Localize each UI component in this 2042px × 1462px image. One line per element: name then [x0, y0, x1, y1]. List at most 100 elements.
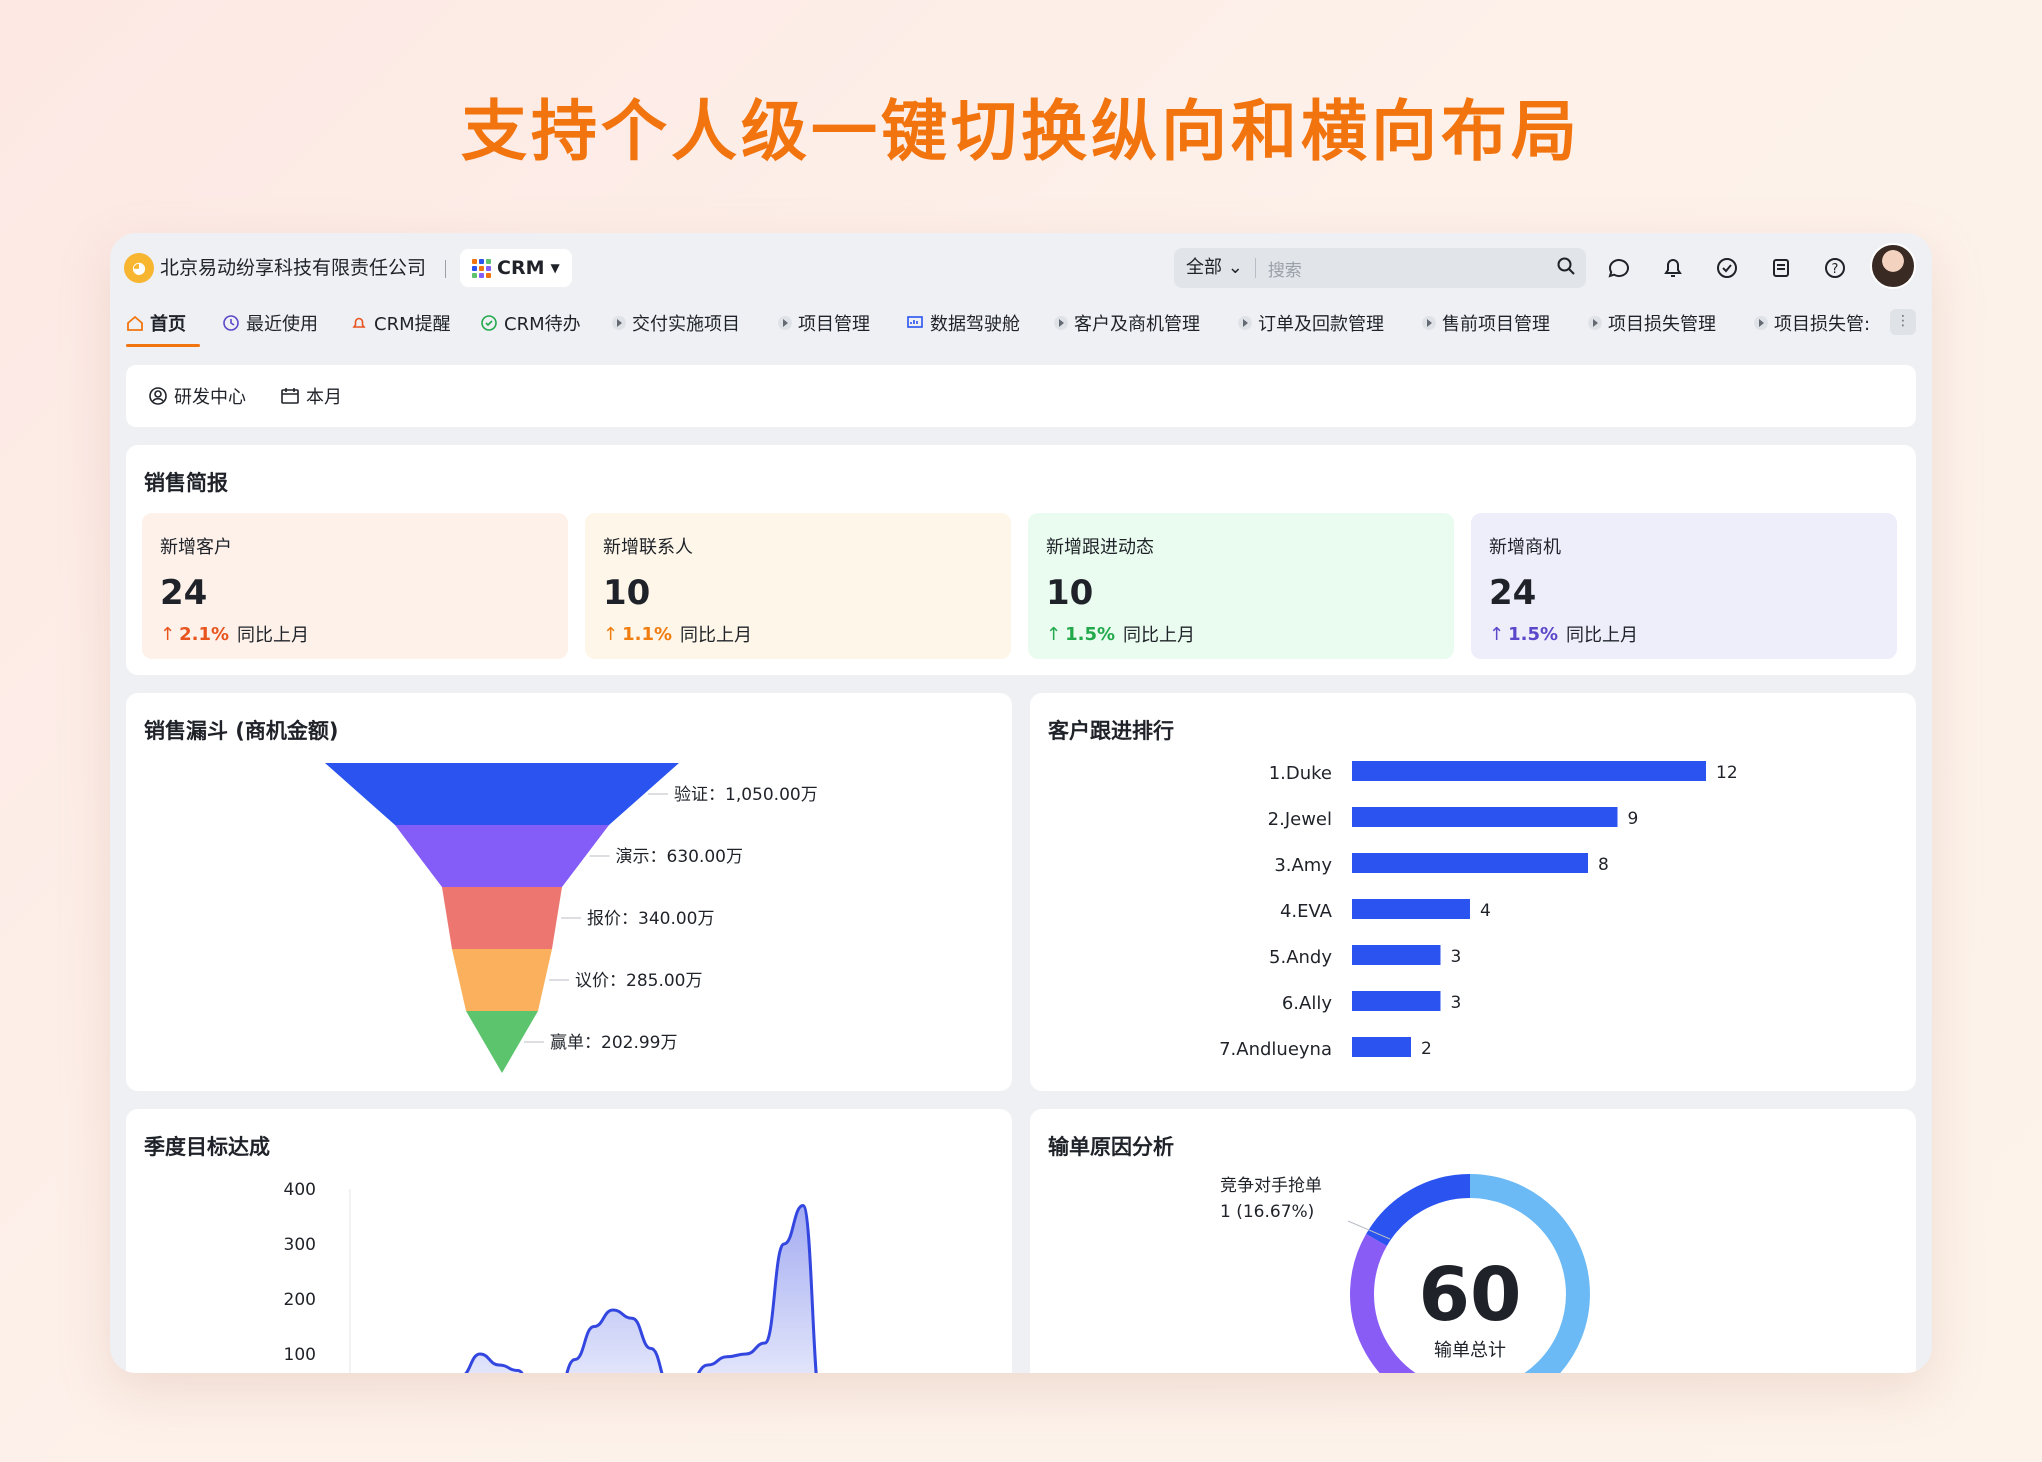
stat-value: 10	[1046, 573, 1094, 613]
loss-reason-card: 输单原因分析 竞争对手抢单 1 (16.67%) 60 输单总计	[1030, 1109, 1916, 1373]
bell-icon[interactable]	[1660, 255, 1686, 281]
app-grid-icon	[472, 258, 491, 278]
funnel-stage-label: 演示：630.00万	[616, 847, 743, 867]
svg-text:?: ?	[1832, 262, 1839, 277]
task-check-icon[interactable]	[1714, 255, 1740, 281]
stat-change: ↑ 1.5% 同比上月	[1046, 621, 1436, 647]
department-filter-label: 研发中心	[174, 387, 246, 408]
play-icon	[1238, 316, 1252, 330]
stat-compare-label: 同比上月	[1566, 625, 1639, 646]
play-icon	[1754, 316, 1768, 330]
tab-customer-opportunity[interactable]: 客户及商机管理	[1054, 307, 1200, 339]
tab-crm-todo[interactable]: CRM待办	[480, 307, 581, 339]
chat-icon[interactable]	[1606, 255, 1632, 281]
user-circle-icon	[149, 387, 167, 405]
ranking-bar	[1352, 899, 1470, 919]
tab-label: 项目损失管:	[1774, 314, 1871, 335]
period-filter[interactable]: 本月	[280, 383, 342, 409]
tab-data-cockpit[interactable]: 数据驾驶舱	[906, 307, 1020, 339]
funnel-stage	[452, 949, 552, 1011]
funnel-stage-label: 报价：340.00万	[587, 909, 714, 929]
tab-project-loss[interactable]: 项目损失管理	[1588, 307, 1716, 339]
tab-label: 项目损失管理	[1608, 314, 1716, 335]
y-tick-label: 200	[284, 1290, 316, 1310]
stat-change: ↑ 2.1% 同比上月	[160, 621, 550, 647]
tab-recent[interactable]: 最近使用	[222, 307, 318, 339]
ranking-bar	[1352, 761, 1706, 781]
tab-label: CRM提醒	[374, 314, 451, 335]
tab-project-loss-2[interactable]: 项目损失管:	[1754, 307, 1870, 339]
department-filter[interactable]: 研发中心	[148, 383, 246, 409]
tab-presales-projects[interactable]: 售前项目管理	[1422, 307, 1550, 339]
ranking-value-label: 3	[1451, 993, 1462, 1013]
funnel-stage	[325, 763, 679, 825]
tab-crm-reminder[interactable]: CRM提醒	[350, 307, 451, 339]
ranking-bar	[1352, 945, 1441, 965]
stat-tile[interactable]: 新增客户 24 ↑ 2.1% 同比上月	[142, 513, 568, 659]
check-circle-icon	[481, 315, 497, 331]
donut-annotation-value: 1 (16.67%)	[1220, 1202, 1314, 1222]
help-icon[interactable]: ?	[1822, 255, 1848, 281]
ranking-bar	[1352, 853, 1588, 873]
bell-icon	[352, 317, 366, 328]
customer-ranking-card: 客户跟进排行 1.Duke 12 2.Jewel 9 3.Amy 8 4.EVA 4 5.And…	[1030, 693, 1916, 1091]
ranking-bar	[1352, 1037, 1411, 1057]
stat-compare-label: 同比上月	[237, 625, 310, 646]
global-search[interactable]: 全部 ⌄ 搜索	[1174, 248, 1586, 288]
tab-label: 数据驾驶舱	[930, 314, 1020, 335]
notes-icon[interactable]	[1768, 255, 1794, 281]
tab-delivery-projects[interactable]: 交付实施项目	[612, 307, 740, 339]
sales-funnel-card: 销售漏斗 (商机金额) 验证：1,050.00万 演示：630.00万 报价：340…	[126, 693, 1012, 1091]
company-name[interactable]: 北京易动纷享科技有限责任公司	[160, 253, 426, 283]
search-icon[interactable]	[1546, 256, 1586, 280]
divider	[445, 260, 446, 278]
stat-tile[interactable]: 新增跟进动态 10 ↑ 1.5% 同比上月	[1028, 513, 1454, 659]
card-title: 销售简报	[144, 471, 228, 495]
calendar-icon	[281, 388, 299, 404]
tab-project-management[interactable]: 项目管理	[778, 307, 870, 339]
donut-center-value: 60	[1419, 1252, 1522, 1338]
arrow-up-icon: ↑	[1489, 623, 1505, 645]
app-switcher-button[interactable]: CRM ▼	[460, 249, 572, 287]
ranking-value-label: 4	[1480, 901, 1491, 921]
home-icon	[127, 315, 143, 331]
quarterly-target-card: 季度目标达成 400 300 200 100	[126, 1109, 1012, 1373]
play-icon	[778, 316, 792, 330]
y-tick-label: 400	[284, 1180, 316, 1200]
search-input[interactable]: 搜索	[1256, 256, 1546, 281]
arrow-up-icon: ↑	[603, 623, 619, 645]
tab-order-payment[interactable]: 订单及回款管理	[1238, 307, 1384, 339]
ranking-category-label: 4.EVA	[1280, 901, 1333, 922]
page-headline: 支持个人级一键切换纵向和横向布局	[461, 93, 1581, 170]
app-switcher-label: CRM	[497, 257, 545, 279]
caret-down-icon: ▼	[550, 261, 560, 275]
user-avatar[interactable]	[1870, 243, 1916, 289]
stat-label: 新增商机	[1489, 537, 1561, 558]
search-scope-select[interactable]: 全部 ⌄	[1174, 258, 1256, 278]
ranking-value-label: 12	[1716, 763, 1738, 783]
more-tabs-button[interactable]: ⋮	[1890, 309, 1916, 335]
ranking-category-label: 3.Amy	[1274, 855, 1332, 876]
ranking-bar	[1352, 807, 1618, 827]
loss-donut-chart: 竞争对手抢单 1 (16.67%) 60输单总计	[1220, 1174, 1590, 1373]
filter-bar: 研发中心 本月	[126, 365, 1916, 427]
play-icon	[1588, 316, 1602, 330]
stat-label: 新增联系人	[603, 537, 693, 558]
stat-compare-label: 同比上月	[680, 625, 753, 646]
company-logo-icon[interactable]: ◕	[124, 253, 154, 283]
clock-icon	[223, 315, 239, 331]
app-window: ◕ 北京易动纷享科技有限责任公司 CRM ▼ 全部 ⌄ 搜索 ? 首页 最近使用…	[110, 233, 1932, 1373]
stat-change: ↑ 1.5% 同比上月	[1489, 621, 1879, 647]
stat-label: 新增跟进动态	[1046, 537, 1154, 558]
stat-change-value: 2.1%	[179, 623, 230, 645]
stat-compare-label: 同比上月	[1123, 625, 1196, 646]
arrow-up-icon: ↑	[1046, 623, 1062, 645]
tab-label: CRM待办	[504, 314, 581, 335]
ranking-bar-chart: 1.Duke 12 2.Jewel 9 3.Amy 8 4.EVA 4 5.Andy 3 6.All…	[1219, 761, 1738, 1060]
ranking-category-label: 2.Jewel	[1268, 809, 1332, 830]
stat-value: 10	[603, 573, 651, 613]
stat-tile[interactable]: 新增联系人 10 ↑ 1.1% 同比上月	[585, 513, 1011, 659]
tab-home[interactable]: 首页	[126, 307, 186, 339]
stat-tile[interactable]: 新增商机 24 ↑ 1.5% 同比上月	[1471, 513, 1897, 659]
play-icon	[1054, 316, 1068, 330]
